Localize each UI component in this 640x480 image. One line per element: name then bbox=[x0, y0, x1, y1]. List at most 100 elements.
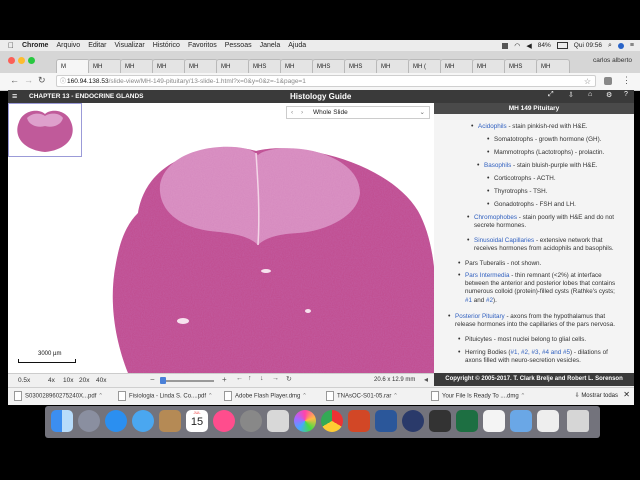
acidophils-link[interactable]: Acidophils bbox=[478, 123, 507, 130]
arrow-left-icon[interactable]: ← bbox=[236, 375, 243, 382]
download-item[interactable]: TNAsOC-S01-05.rar ⌃ bbox=[326, 391, 398, 402]
menu-item-historico[interactable]: Histórico bbox=[153, 42, 180, 49]
chevron-up-icon[interactable]: ⌃ bbox=[96, 394, 103, 400]
chevron-up-icon[interactable]: ⌃ bbox=[519, 394, 525, 400]
preview-icon[interactable] bbox=[267, 410, 289, 432]
menu-item-pessoas[interactable]: Pessoas bbox=[225, 42, 252, 49]
browser-tab[interactable]: MH bbox=[536, 59, 570, 73]
zoom-level-button[interactable]: 10x bbox=[63, 377, 73, 384]
extension-icon[interactable] bbox=[604, 77, 612, 85]
posterior-link[interactable]: Posterior Pituitary bbox=[455, 313, 505, 320]
menu-app-name[interactable]: Chrome bbox=[22, 42, 48, 49]
herring-links[interactable]: #1, #2, #3, #4 and #5 bbox=[511, 349, 571, 356]
clock[interactable]: Qui 09:56 bbox=[574, 42, 602, 49]
finder-icon[interactable] bbox=[51, 410, 73, 432]
bookmark-star-icon[interactable]: ☆ bbox=[584, 76, 591, 86]
browser-tab[interactable]: MHS bbox=[248, 59, 282, 73]
zoom-slider[interactable] bbox=[160, 377, 214, 384]
sinusoidal-link[interactable]: Sinusoidal Capillaries bbox=[474, 237, 534, 244]
volume-icon[interactable]: ◀ bbox=[526, 42, 531, 50]
app-store-icon[interactable] bbox=[105, 410, 127, 432]
chevron-up-icon[interactable]: ⌃ bbox=[391, 394, 398, 400]
trash-icon[interactable] bbox=[567, 410, 589, 432]
download-icon[interactable]: ⇩ bbox=[568, 91, 574, 99]
unknown-app-icon[interactable] bbox=[429, 410, 451, 432]
arrow-up-icon[interactable]: ↑ bbox=[248, 375, 252, 382]
calendar-icon[interactable]: JUL 15 bbox=[186, 410, 208, 432]
fullscreen-icon[interactable]: ⤢ bbox=[548, 91, 554, 99]
wifi-icon[interactable]: ◠ bbox=[514, 42, 520, 50]
browser-tab[interactable]: MHS bbox=[504, 59, 538, 73]
browser-tab[interactable]: MHS bbox=[344, 59, 378, 73]
menu-item-arquivo[interactable]: Arquivo bbox=[56, 42, 80, 49]
browser-tab[interactable]: MH bbox=[184, 59, 218, 73]
chapter-title[interactable]: CHAPTER 13 - ENDOCRINE GLANDS bbox=[29, 93, 143, 100]
browser-tab[interactable]: MH bbox=[152, 59, 186, 73]
chrome-menu-icon[interactable]: ⋮ bbox=[622, 75, 631, 86]
browser-tab[interactable]: M bbox=[56, 59, 90, 73]
contacts-icon[interactable] bbox=[159, 410, 181, 432]
home-icon[interactable]: ⌂ bbox=[588, 91, 592, 98]
forward-icon[interactable]: → bbox=[24, 75, 33, 85]
battery-percent[interactable]: 84% bbox=[538, 42, 551, 49]
tissue-image[interactable] bbox=[8, 103, 434, 373]
arrow-down-icon[interactable]: ↓ bbox=[260, 375, 264, 382]
back-icon[interactable]: ← bbox=[10, 75, 19, 85]
hamburger-menu-icon[interactable]: ≡ bbox=[12, 91, 17, 101]
photos-icon[interactable] bbox=[294, 410, 316, 432]
quicktime-icon[interactable] bbox=[402, 410, 424, 432]
basophils-link[interactable]: Basophils bbox=[484, 162, 511, 169]
menu-item-favoritos[interactable]: Favoritos bbox=[188, 42, 217, 49]
menu-list-icon[interactable]: ≡ bbox=[630, 42, 634, 49]
menu-item-janela[interactable]: Janela bbox=[260, 42, 281, 49]
document-icon[interactable] bbox=[483, 410, 505, 432]
safari-icon[interactable] bbox=[132, 410, 154, 432]
search-icon[interactable]: ⌕ bbox=[608, 42, 612, 50]
dropbox-icon[interactable] bbox=[502, 42, 509, 49]
chevron-up-icon[interactable]: ⌃ bbox=[206, 394, 213, 400]
rathke-cyst-link-2[interactable]: #2 bbox=[486, 297, 493, 304]
rotate-icon[interactable]: ↻ bbox=[286, 375, 292, 383]
help-icon[interactable]: ? bbox=[624, 91, 628, 98]
zoom-level-button[interactable]: 20x bbox=[79, 377, 89, 384]
reload-icon[interactable]: ↻ bbox=[38, 75, 46, 86]
file-stack-icon[interactable] bbox=[537, 410, 559, 432]
powerpoint-icon[interactable] bbox=[348, 410, 370, 432]
zoom-out-icon[interactable]: − bbox=[150, 375, 155, 384]
browser-tab[interactable]: MH bbox=[88, 59, 122, 73]
collapse-icon[interactable]: ◂ bbox=[424, 375, 428, 384]
itunes-icon[interactable] bbox=[213, 410, 235, 432]
menu-item-editar[interactable]: Editar bbox=[88, 42, 106, 49]
download-item[interactable]: Your File Is Ready To ....dmg ⌃ bbox=[431, 391, 525, 402]
user-icon[interactable] bbox=[617, 42, 624, 49]
browser-tab[interactable]: MH bbox=[376, 59, 410, 73]
zoom-slider-handle[interactable] bbox=[160, 377, 166, 384]
minimize-window-button[interactable] bbox=[18, 57, 25, 64]
browser-tab[interactable]: MH bbox=[216, 59, 250, 73]
excel-icon[interactable] bbox=[456, 410, 478, 432]
chromophobes-link[interactable]: Chromophobes bbox=[474, 214, 517, 221]
chevron-up-icon[interactable]: ⌃ bbox=[300, 394, 307, 400]
zoom-in-icon[interactable]: + bbox=[222, 375, 227, 384]
slide-viewer[interactable]: ‹ › Whole Slide ⌄ 3000 µm bbox=[8, 103, 434, 373]
browser-tab[interactable]: MH bbox=[280, 59, 314, 73]
chrome-icon[interactable] bbox=[321, 410, 343, 432]
zoom-level-button[interactable]: 4x bbox=[48, 377, 55, 384]
show-all-downloads[interactable]: ⇩ Mostrar todas bbox=[575, 391, 618, 402]
zoom-level-button[interactable]: 40x bbox=[96, 377, 106, 384]
zoom-level-button[interactable]: 0.5x bbox=[18, 377, 30, 384]
menu-item-visualizar[interactable]: Visualizar bbox=[114, 42, 144, 49]
browser-tab[interactable]: MH ( bbox=[408, 59, 442, 73]
system-preferences-icon[interactable] bbox=[240, 410, 262, 432]
zoom-window-button[interactable] bbox=[28, 57, 35, 64]
download-item[interactable]: Adobe Flash Player.dmg ⌃ bbox=[224, 391, 307, 402]
settings-icon[interactable]: ⚙ bbox=[606, 91, 612, 99]
download-folder-icon[interactable] bbox=[510, 410, 532, 432]
download-item[interactable]: Fisiologia - Linda S. Co....pdf ⌃ bbox=[118, 391, 213, 402]
rathke-cyst-link-1[interactable]: #1 bbox=[465, 297, 472, 304]
word-icon[interactable] bbox=[375, 410, 397, 432]
close-window-button[interactable] bbox=[8, 57, 15, 64]
browser-tab[interactable]: MH bbox=[440, 59, 474, 73]
intermedia-link[interactable]: Pars Intermedia bbox=[465, 272, 509, 279]
browser-tab[interactable]: MH bbox=[472, 59, 506, 73]
